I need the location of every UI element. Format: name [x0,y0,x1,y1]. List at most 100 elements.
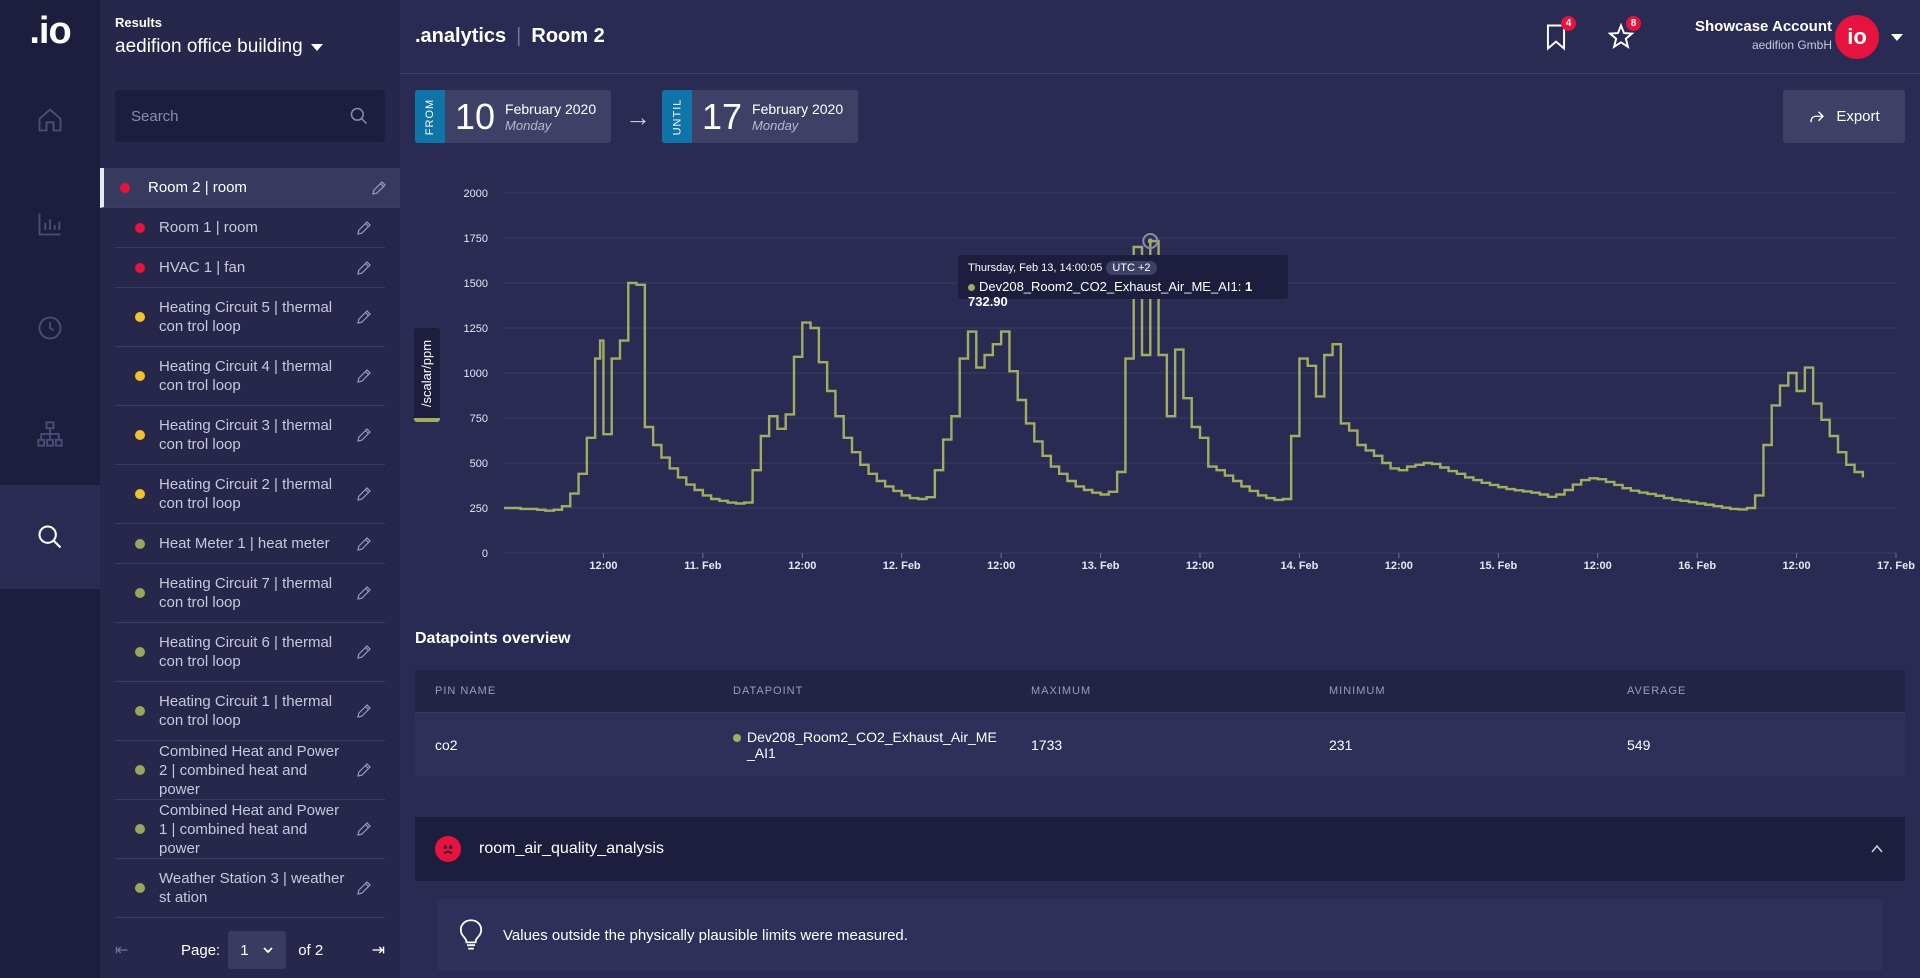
until-meta: February 2020 Monday [752,101,843,133]
breadcrumb: .analytics | Room 2 [415,25,605,48]
sidebar-item[interactable]: HVAC 1 | fan [115,248,385,288]
status-dot [120,182,130,193]
table-row[interactable]: co2 Dev208_Room2_CO2_Exhaust_Air_ME_AI1 … [415,712,1905,776]
sidebar-item-label: Heat Meter 1 | heat meter [159,535,330,552]
first-page-icon[interactable]: ⇤ [115,940,135,960]
tooltip-tz: UTC +2 [1106,261,1157,275]
building-selector[interactable]: aedifion office building [115,36,323,58]
from-tag: FROM [415,90,445,143]
y-tick-label: 1750 [464,233,488,245]
chevron-up-icon[interactable] [1869,841,1885,857]
pencil-icon[interactable] [355,643,373,661]
status-dot [135,765,145,775]
cell-pin: co2 [435,736,458,753]
header-average: AVERAGE [1627,685,1687,697]
analysis-hint-text: Values outside the physically plausible … [503,926,908,944]
results-label: Results [115,15,162,30]
until-weekday: Monday [752,117,799,133]
sidebar-item-label: Heating Circuit 4 | thermal con trol loo… [159,358,333,394]
sidebar-item-label: Heating Circuit 1 | thermal con trol loo… [159,693,333,729]
cell-avg: 549 [1627,736,1651,753]
search-input[interactable] [131,107,349,125]
x-tick-label: 17. Feb [1877,560,1915,572]
pencil-icon[interactable] [355,367,373,385]
y-tick-label: 500 [470,458,488,470]
pencil-icon[interactable] [355,485,373,503]
bookmarks-badge: 4 [1561,16,1576,31]
until-date-picker[interactable]: UNTIL 17 February 2020 Monday [662,90,858,143]
x-tick-label: 12:00 [1783,560,1811,572]
pencil-icon[interactable] [355,820,373,838]
page-title: Room 2 [531,25,605,47]
from-date-picker[interactable]: FROM 10 February 2020 Monday [415,90,611,143]
sidebar-item[interactable]: Heating Circuit 6 | thermal con trol loo… [115,623,385,682]
pencil-icon[interactable] [355,535,373,553]
pencil-icon[interactable] [370,179,388,197]
sidebar-item[interactable]: Combined Heat and Power 1 | combined hea… [115,800,385,859]
datapoints-overview-title: Datapoints overview [415,630,571,647]
co2-chart: 0 250 500 750 1000 1250 1500 1750 2000 12:00 11. F… [400,175,1920,575]
x-tick-label: 13. Feb [1082,560,1120,572]
breadcrumb-section[interactable]: .analytics [415,25,506,48]
favorites-button[interactable]: 8 [1607,16,1641,52]
nav-home[interactable] [0,68,100,172]
search-icon[interactable] [349,106,369,126]
account-caret-icon[interactable] [1891,34,1903,41]
analysis-hint: Values outside the physically plausible … [437,899,1883,971]
status-dot [135,588,145,598]
lightbulb-icon [459,919,483,950]
pencil-icon[interactable] [355,219,373,237]
from-weekday: Monday [505,117,552,133]
table-header: PIN NAME DATAPOINT MAXIMUM MINIMUM AVERA… [415,670,1905,712]
analysis-panel-header[interactable]: room_air_quality_analysis [415,817,1905,881]
export-button[interactable]: Export [1783,90,1905,143]
status-dot [135,824,145,834]
app-logo[interactable]: .io [0,10,100,60]
pencil-icon[interactable] [355,308,373,326]
cell-max: 1733 [1031,736,1063,753]
pagination: ⇤ Page: 1 of 2 ⇥ [115,930,385,970]
sidebar-item[interactable]: Combined Heat and Power 2 | combined hea… [115,741,385,800]
results-sidebar: Results aedifion office building Room 2 … [100,0,400,978]
pencil-icon[interactable] [355,761,373,779]
sidebar-item[interactable]: Room 2 | room [100,168,400,208]
pencil-icon[interactable] [355,584,373,602]
nav-history[interactable] [0,276,100,380]
status-dot [135,371,145,381]
sidebar-item[interactable]: Weather Station 3 | weather st ation [115,859,385,918]
last-page-icon[interactable]: ⇥ [372,940,385,960]
bookmarks-button[interactable]: 4 [1542,16,1576,52]
arrow-right-icon: → [625,102,651,132]
sidebar-item[interactable]: Heating Circuit 1 | thermal con trol loo… [115,682,385,741]
sidebar-item[interactable]: Heating Circuit 5 | thermal con trol loo… [115,288,385,347]
nav-search[interactable] [0,485,100,589]
sidebar-item[interactable]: Room 1 | room [115,208,385,248]
sidebar-item[interactable]: Heating Circuit 7 | thermal con trol loo… [115,564,385,623]
sidebar-item[interactable]: Heating Circuit 4 | thermal con trol loo… [115,347,385,406]
series-dot [968,284,975,291]
y-tick-label: 1000 [464,368,488,380]
pencil-icon[interactable] [355,702,373,720]
sidebar-item[interactable]: Heating Circuit 3 | thermal con trol loo… [115,406,385,465]
sidebar-item[interactable]: Heat Meter 1 | heat meter [115,524,385,564]
status-dot [135,312,145,322]
breadcrumb-separator: | [516,25,522,47]
sidebar-item[interactable]: Heating Circuit 2 | thermal con trol loo… [115,465,385,524]
avatar[interactable]: io [1835,15,1879,59]
nav-analytics[interactable] [0,172,100,276]
tooltip-series: Dev208_Room2_CO2_Exhaust_Air_ME_AI1: [979,279,1242,294]
page-count: of 2 [298,941,324,959]
x-tick-label: 12:00 [1385,560,1413,572]
header-pin-name: PIN NAME [435,685,497,697]
pencil-icon[interactable] [355,426,373,444]
analysis-panel-body: Values outside the physically plausible … [415,881,1905,978]
nav-hierarchy[interactable] [0,382,100,486]
x-tick-label: 16. Feb [1678,560,1716,572]
chart-svg: 0 250 500 750 1000 1250 1500 1750 2000 12:00 11. F… [464,188,1916,572]
account-info[interactable]: Showcase Account aedifion GmbH [1692,18,1832,52]
x-tick-label: 12:00 [788,560,816,572]
page-select[interactable]: 1 [228,931,287,969]
favorites-badge: 8 [1626,16,1641,31]
pencil-icon[interactable] [355,879,373,897]
pencil-icon[interactable] [355,259,373,277]
